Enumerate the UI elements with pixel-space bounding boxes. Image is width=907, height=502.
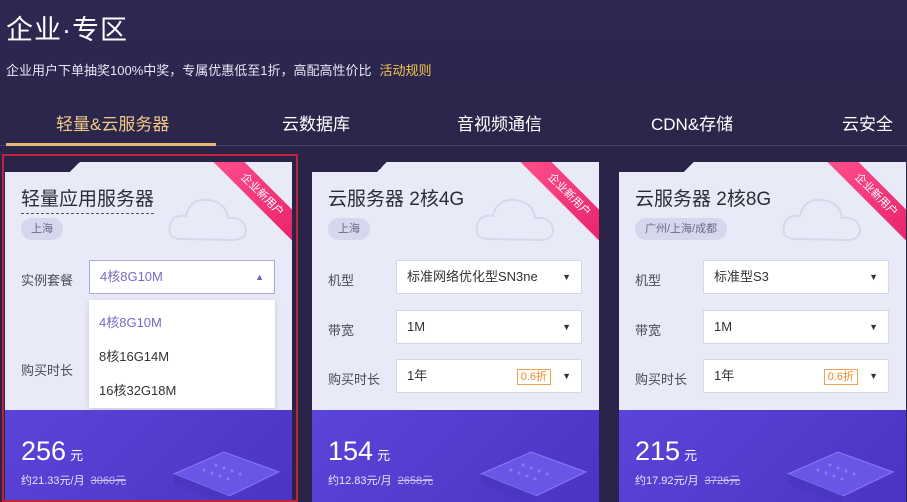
price-number: 256 <box>21 436 67 466</box>
price-value: 215 元 <box>635 436 697 467</box>
instance-type-select[interactable]: 标准网络优化型SN3ne ▼ <box>396 260 582 294</box>
duration-value: 1年 <box>407 368 428 383</box>
package-dropdown: 4核8G10M 8核16G14M 16核32G18M <box>89 300 275 408</box>
price-details: 约21.33元/月 3060元 <box>21 472 126 488</box>
server-icon <box>172 451 281 502</box>
instance-type-select[interactable]: 标准型S3 ▼ <box>703 260 889 294</box>
page-subtitle: 企业用户下单抽奖100%中奖，专属优惠低至1折，高配高性价比 活动规则 <box>6 60 432 79</box>
chevron-down-icon: ▼ <box>562 322 571 332</box>
product-name: 轻量应用服务器 <box>21 184 155 214</box>
card-notch-corner <box>679 162 699 172</box>
server-icon <box>786 451 895 502</box>
bandwidth-select[interactable]: 1M ▼ <box>703 310 889 344</box>
region-badge: 上海 <box>21 218 63 240</box>
chevron-down-icon: ▼ <box>869 322 878 332</box>
bandwidth-label: 带宽 <box>328 323 355 338</box>
duration-label: 购买时长 <box>328 372 381 387</box>
package-label: 实例套餐 <box>21 273 74 288</box>
monthly-price: 约12.83元/月 <box>328 475 392 487</box>
chevron-down-icon: ▼ <box>869 371 878 381</box>
product-card-cvm-2c4g[interactable]: 企业新用户 云服务器 2核4G 上海 机型 标准网络优化型SN3ne ▼ 带宽 … <box>312 162 599 502</box>
cloud-icon <box>475 198 555 242</box>
card-notch <box>312 162 372 172</box>
instance-type-label: 机型 <box>635 273 662 288</box>
server-icon <box>479 451 588 502</box>
discount-badge: 0.6折 <box>516 369 551 385</box>
chevron-down-icon: ▼ <box>562 272 571 282</box>
tab-cloud-database[interactable]: 云数据库 <box>282 110 350 152</box>
price-number: 215 <box>635 436 681 466</box>
monthly-price: 约17.92元/月 <box>635 475 699 487</box>
bandwidth-select[interactable]: 1M ▼ <box>396 310 582 344</box>
card-notch <box>619 162 679 172</box>
price-panel: 256 元 约21.33元/月 3060元 <box>5 410 292 502</box>
bandwidth-label: 带宽 <box>635 323 662 338</box>
cloud-icon <box>168 198 248 242</box>
instance-type-value: 标准网络优化型SN3ne <box>407 269 538 284</box>
discount-badge: 0.6折 <box>823 369 858 385</box>
duration-select[interactable]: 1年 0.6折 ▼ <box>396 359 582 393</box>
chevron-down-icon: ▼ <box>562 371 571 381</box>
original-price: 3726元 <box>704 475 741 487</box>
product-card-cvm-2c8g[interactable]: 企业新用户 云服务器 2核8G 广州/上海/成都 机型 标准型S3 ▼ 带宽 1… <box>619 162 906 502</box>
category-tabs: 轻量&云服务器 云数据库 音视频通信 CDN&存储 云安全 <box>0 104 907 146</box>
tab-audio-video[interactable]: 音视频通信 <box>457 110 542 152</box>
price-unit: 元 <box>70 448 84 463</box>
product-card-lightweight[interactable]: 企业新用户 轻量应用服务器 上海 实例套餐 4核8G10M ▲ 购买时长 4核8… <box>5 162 292 502</box>
monthly-price: 约21.33元/月 <box>21 475 85 487</box>
price-unit: 元 <box>377 448 391 463</box>
duration-label: 购买时长 <box>21 363 74 378</box>
activity-rules-link[interactable]: 活动规则 <box>379 63 431 78</box>
duration-label: 购买时长 <box>635 372 688 387</box>
chevron-down-icon: ▼ <box>869 272 878 282</box>
page-title: 企业·专区 <box>6 15 128 45</box>
instance-type-label: 机型 <box>328 273 355 288</box>
dropdown-option[interactable]: 16核32G18M <box>99 380 176 399</box>
subtitle-text: 企业用户下单抽奖100%中奖，专属优惠低至1折，高配高性价比 <box>6 63 372 78</box>
price-unit: 元 <box>684 448 698 463</box>
tab-cloud-security[interactable]: 云安全 <box>842 110 893 152</box>
price-panel: 154 元 约12.83元/月 2658元 <box>312 410 599 502</box>
product-name: 云服务器 2核8G <box>635 189 772 210</box>
price-number: 154 <box>328 436 374 466</box>
duration-value: 1年 <box>714 368 735 383</box>
dropdown-option[interactable]: 4核8G10M <box>99 312 162 331</box>
cloud-icon <box>782 198 862 242</box>
original-price: 2658元 <box>397 475 434 487</box>
price-details: 约17.92元/月 3726元 <box>635 472 740 488</box>
price-value: 256 元 <box>21 436 83 467</box>
package-select-value: 4核8G10M <box>100 269 163 284</box>
region-badge: 上海 <box>328 218 370 240</box>
card-notch-corner <box>65 162 85 172</box>
duration-select[interactable]: 1年 0.6折 ▼ <box>703 359 889 393</box>
original-price: 3060元 <box>90 475 127 487</box>
price-value: 154 元 <box>328 436 390 467</box>
region-badge: 广州/上海/成都 <box>635 218 728 240</box>
product-name: 云服务器 2核4G <box>328 189 465 210</box>
instance-type-value: 标准型S3 <box>714 269 769 284</box>
bandwidth-value: 1M <box>714 319 733 334</box>
active-tab-indicator <box>6 143 216 146</box>
tab-cdn-storage[interactable]: CDN&存储 <box>651 110 733 152</box>
price-panel: 215 元 约17.92元/月 3726元 <box>619 410 906 502</box>
package-select[interactable]: 4核8G10M ▲ <box>89 260 275 294</box>
dropdown-option[interactable]: 8核16G14M <box>99 346 169 365</box>
chevron-up-icon: ▲ <box>255 272 264 282</box>
card-notch-corner <box>372 162 392 172</box>
bandwidth-value: 1M <box>407 319 426 334</box>
price-details: 约12.83元/月 2658元 <box>328 472 433 488</box>
card-notch <box>5 162 65 172</box>
